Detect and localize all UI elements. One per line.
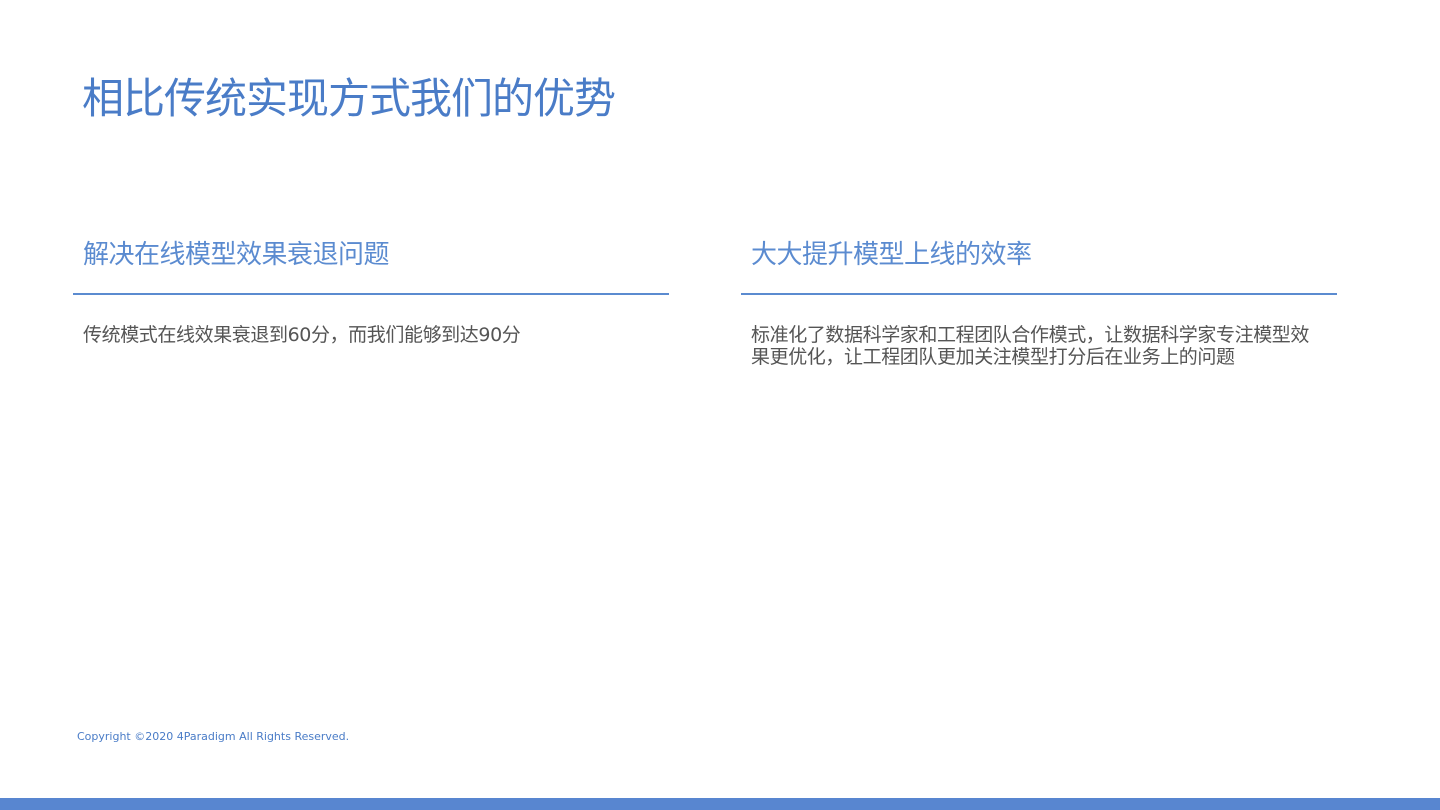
bottom-accent-bar: [0, 798, 1440, 810]
column-heading: 大大提升模型上线的效率: [751, 240, 1032, 270]
column-divider: [73, 293, 669, 295]
slide-title: 相比传统实现方式我们的优势: [82, 74, 616, 123]
advantage-column-left: 解决在线模型效果衰退问题 传统模式在线效果衰退到60分，而我们能够到达90分: [73, 234, 669, 346]
advantage-column-right: 大大提升模型上线的效率 标准化了数据科学家和工程团队合作模式，让数据科学家专注模…: [741, 234, 1337, 368]
column-body-text: 标准化了数据科学家和工程团队合作模式，让数据科学家专注模型效果更优化，让工程团队…: [751, 324, 1310, 368]
copyright-notice: Copyright ©2020 4Paradigm All Rights Res…: [77, 730, 350, 743]
column-divider: [741, 293, 1337, 295]
column-heading: 解决在线模型效果衰退问题: [83, 240, 390, 270]
column-body-text: 传统模式在线效果衰退到60分，而我们能够到达90分: [83, 324, 521, 346]
